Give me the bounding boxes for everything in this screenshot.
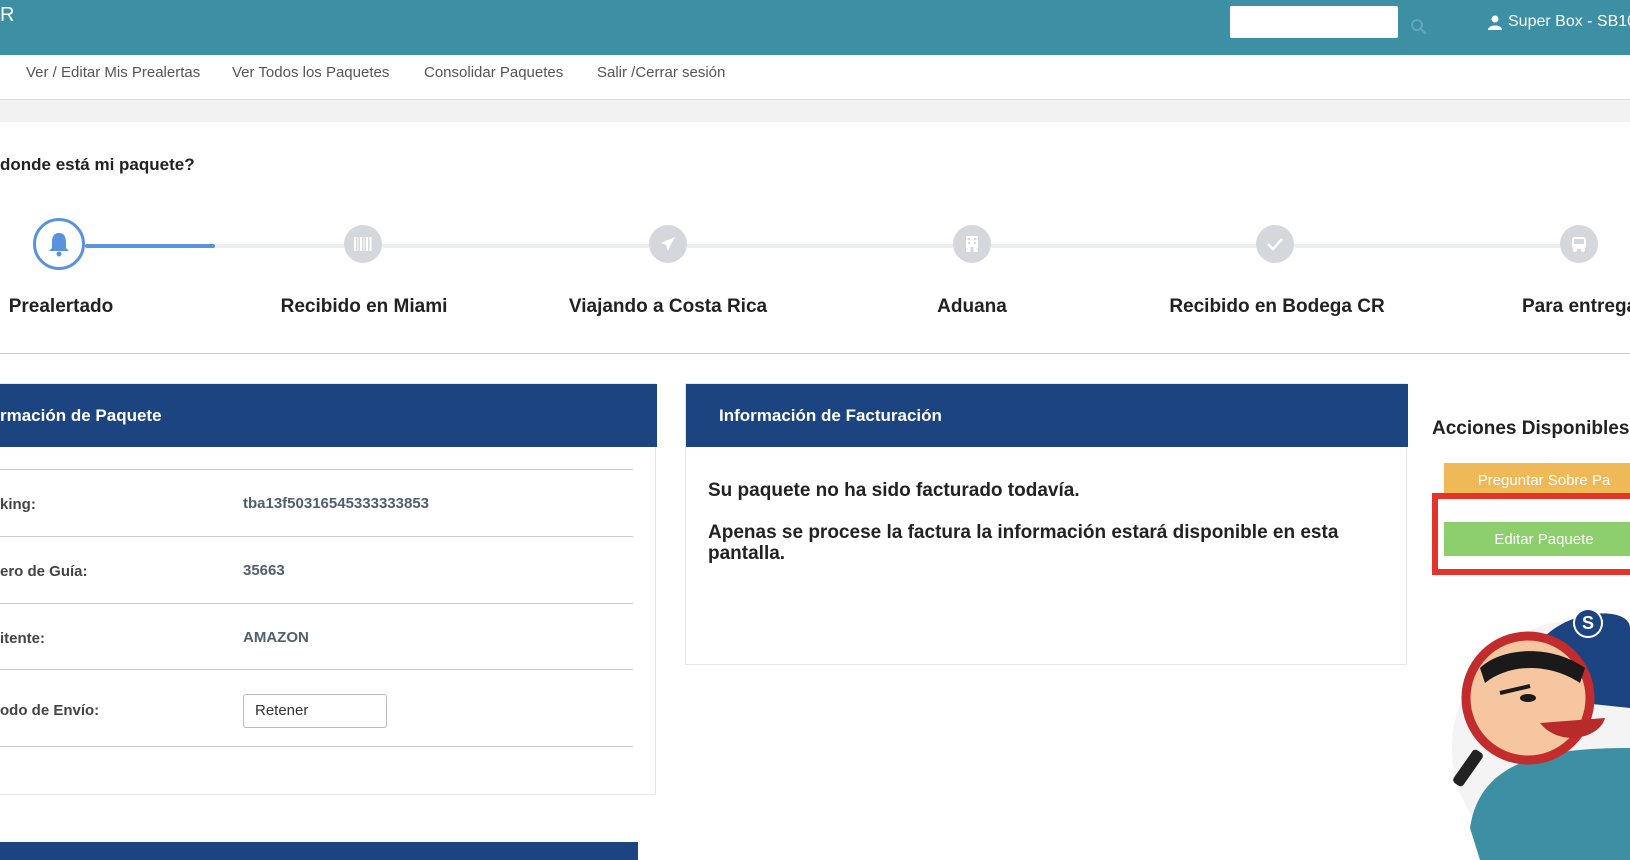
page-band [0,100,1630,122]
row-label-remitente: itente: [0,630,45,647]
step-label-prealertado: Prealertado [8,296,114,317]
step-label-viajando: Viajando a Costa Rica [568,296,768,317]
package-info-panel: rmación de Paquete [0,383,657,795]
nav-link-consolidar[interactable]: Consolidar Paquetes [424,64,563,81]
top-bar: R Super Box - SB10 [0,0,1630,55]
nav-bar: Ver / Editar Mis Prealertas Ver Todos lo… [0,55,1630,100]
step-viajando-airplane-icon[interactable] [649,225,687,263]
search-input[interactable] [1230,6,1398,38]
package-row-divider [0,603,633,604]
row-value-tracking: tba13f50316545333333853 [243,495,429,512]
package-info-header: rmación de Paquete [0,384,657,447]
tracking-question: donde está mi paquete? [0,155,195,174]
section-divider [0,353,1630,354]
user-icon [1488,15,1502,30]
step-label-miami: Recibido en Miami [280,296,448,317]
user-menu[interactable]: Super Box - SB10 [1488,13,1630,31]
package-row-divider [0,746,633,747]
step-miami-barcode-icon[interactable] [344,225,382,263]
step-entrega-bus-icon[interactable] [1560,225,1598,263]
step-label-entrega: Para entrega [1522,296,1630,317]
row-label-guia: ero de Guía: [0,563,88,580]
row-value-guia: 35663 [243,562,285,579]
package-row-divider [0,469,633,470]
step-prealertado-bell-icon[interactable] [33,218,85,270]
nav-link-prealertas[interactable]: Ver / Editar Mis Prealertas [26,64,200,81]
billing-message-2: Apenas se procese la factura la informac… [708,522,1339,564]
billing-header: Información de Facturación [686,384,1408,447]
search-icon[interactable] [1410,18,1428,36]
shipping-method-select[interactable]: Retener [243,694,387,728]
package-row-divider [0,669,633,670]
highlight-box [1432,493,1630,575]
svg-text:S: S [1582,613,1594,633]
step-label-bodega: Recibido en Bodega CR [1169,296,1385,317]
nav-link-paquetes[interactable]: Ver Todos los Paquetes [232,64,389,81]
mascot-illustration: S [1452,608,1630,860]
step-aduana-building-icon[interactable] [953,225,991,263]
row-label-tracking: king: [0,496,36,513]
tracking-progress-bar [85,244,215,248]
actions-title: Acciones Disponibles [1432,418,1630,439]
step-bodega-check-icon[interactable] [1256,225,1294,263]
tracking-track [85,244,1580,248]
row-value-remitente: AMAZON [243,629,309,646]
user-name: Super Box - SB10 [1508,13,1630,30]
ask-package-button[interactable]: Preguntar Sobre Pa [1444,463,1630,497]
nav-link-salir[interactable]: Salir /Cerrar sesión [597,64,725,81]
package-row-divider [0,536,633,537]
brand-logo[interactable]: R [0,4,14,27]
row-label-envio: odo de Envío: [0,702,100,719]
billing-message-1: Su paquete no ha sido facturado todavía. [708,480,1080,501]
step-label-aduana: Aduana [937,296,1007,317]
bottom-panel-header [0,842,638,860]
